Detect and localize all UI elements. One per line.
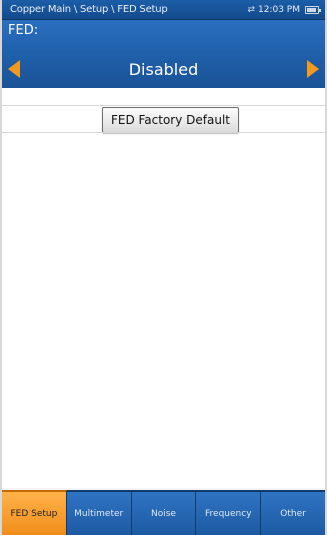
fed-factory-default-button[interactable]: FED Factory Default [102, 107, 239, 133]
fed-label: FED: [8, 23, 39, 38]
status-area: ⇄ 12:03 PM [247, 0, 321, 20]
title-bar: Copper Main \ Setup \ FED Setup ⇄ 12:03 … [2, 0, 325, 20]
breadcrumb: Copper Main \ Setup \ FED Setup [10, 4, 168, 15]
fed-value: Disabled [128, 60, 199, 79]
tab-other[interactable]: Other [261, 490, 325, 535]
fed-selector: FED: Disabled [2, 20, 325, 88]
divider [2, 132, 325, 133]
tab-frequency[interactable]: Frequency [196, 490, 262, 535]
tab-noise[interactable]: Noise [131, 490, 197, 535]
clock: 12:03 PM [258, 5, 300, 15]
content-area: FED Factory Default [2, 88, 325, 488]
battery-icon [305, 6, 321, 14]
tab-fed-setup[interactable]: FED Setup [2, 490, 67, 535]
bottom-tabs: FED Setup Multimeter Noise Frequency Oth… [2, 490, 325, 535]
tab-multimeter[interactable]: Multimeter [66, 490, 132, 535]
divider [2, 105, 325, 106]
next-arrow-icon[interactable] [307, 60, 319, 78]
device-screen: Copper Main \ Setup \ FED Setup ⇄ 12:03 … [0, 0, 327, 535]
network-icon: ⇄ [247, 5, 255, 15]
